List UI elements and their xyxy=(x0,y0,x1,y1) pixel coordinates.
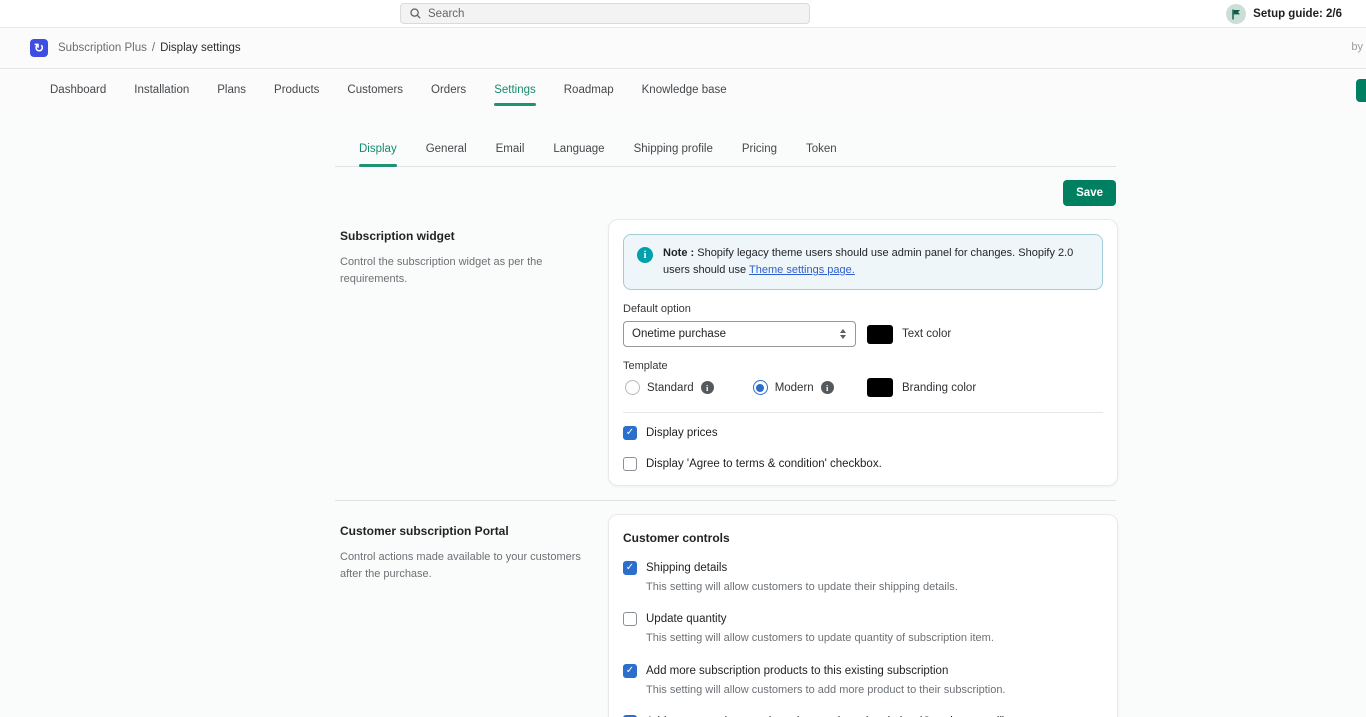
text-color-field: Text color xyxy=(867,324,952,344)
subtab-shipping-profile[interactable]: Shipping profile xyxy=(634,134,713,166)
display-prices-label: Display prices xyxy=(646,427,718,440)
shipping-details-label: Shipping details xyxy=(646,562,728,575)
add-subscription-products-description: This setting will allow customers to add… xyxy=(646,683,1006,696)
update-quantity-control: Update quantity This setting will allow … xyxy=(623,612,1103,646)
shipping-details-checkbox[interactable]: ✓ xyxy=(623,561,637,576)
breadcrumb-app-name[interactable]: Subscription Plus xyxy=(58,42,147,54)
template-option-modern: Modern i xyxy=(752,380,834,396)
update-quantity-checkbox[interactable] xyxy=(623,612,637,627)
card-divider xyxy=(623,412,1103,414)
text-color-swatch[interactable] xyxy=(867,324,893,344)
theme-settings-link[interactable]: Theme settings page. xyxy=(749,264,855,276)
toolbar: Save xyxy=(335,180,1116,206)
tab-customers[interactable]: Customers xyxy=(347,69,403,111)
add-subscription-products-label: Add more subscription products to this e… xyxy=(646,664,949,677)
default-option-value: Onetime purchase xyxy=(632,328,726,341)
widget-section-intro: Subscription widget Control the subscrip… xyxy=(340,219,608,288)
breadcrumb-separator: / xyxy=(151,42,156,54)
note-label: Note : xyxy=(663,247,695,259)
template-radio-group: Standard i Modern i xyxy=(623,380,856,396)
info-icon: i xyxy=(637,247,653,263)
select-stepper-icon xyxy=(839,328,847,340)
subtab-email[interactable]: Email xyxy=(496,134,525,166)
search-input[interactable]: Search xyxy=(400,3,810,24)
customer-portal-section: Customer subscription Portal Control act… xyxy=(340,514,1366,717)
app-header: ↻ Subscription Plus / Display settings b… xyxy=(0,28,1366,69)
display-terms-checkbox[interactable] xyxy=(623,457,637,472)
shipping-details-control: ✓ Shipping details This setting will all… xyxy=(623,561,1103,595)
tab-orders[interactable]: Orders xyxy=(431,69,466,111)
text-color-label: Text color xyxy=(902,328,952,341)
standard-radio[interactable] xyxy=(625,380,640,396)
modern-radio-label: Modern xyxy=(774,381,814,394)
main-nav: Dashboard Installation Plans Products Cu… xyxy=(0,69,1366,111)
breadcrumb: Subscription Plus / Display settings xyxy=(58,42,241,54)
widget-settings-card: i Note : Shopify legacy theme users shou… xyxy=(608,219,1118,487)
subtab-display[interactable]: Display xyxy=(359,134,397,167)
search-icon xyxy=(410,8,421,19)
portal-section-title: Customer subscription Portal xyxy=(340,524,509,539)
standard-info-icon[interactable]: i xyxy=(700,381,714,395)
subtab-general[interactable]: General xyxy=(426,134,467,166)
display-prices-row: ✓ Display prices xyxy=(623,426,1103,441)
display-terms-label: Display 'Agree to terms & condition' che… xyxy=(646,458,882,471)
modern-radio[interactable] xyxy=(752,380,768,396)
update-quantity-label: Update quantity xyxy=(646,613,727,626)
template-label: Template xyxy=(623,360,668,373)
tab-settings[interactable]: Settings xyxy=(494,69,536,111)
section-divider xyxy=(335,500,1116,502)
display-terms-row: Display 'Agree to terms & condition' che… xyxy=(623,457,1103,472)
modern-info-icon[interactable]: i xyxy=(820,381,834,395)
byline-text: by xyxy=(1351,41,1363,53)
default-option-label: Default option xyxy=(623,303,691,316)
top-bar: Search Setup guide: 2/6 xyxy=(0,0,1366,28)
page-title: Display settings xyxy=(160,42,241,54)
search-placeholder: Search xyxy=(428,7,465,20)
tab-roadmap[interactable]: Roadmap xyxy=(564,69,614,111)
info-banner-text: Note : Shopify legacy theme users should… xyxy=(663,245,1089,279)
save-button[interactable]: Save xyxy=(1063,180,1116,206)
tab-plans[interactable]: Plans xyxy=(217,69,246,111)
default-option-select[interactable]: Onetime purchase xyxy=(623,321,856,348)
branding-color-label: Branding color xyxy=(902,381,977,394)
info-banner: i Note : Shopify legacy theme users shou… xyxy=(623,234,1103,291)
branding-color-swatch[interactable] xyxy=(867,378,893,398)
subscription-plus-logo-icon: ↻ xyxy=(30,39,48,57)
offscreen-button-edge[interactable] xyxy=(1356,79,1366,102)
customer-controls-title: Customer controls xyxy=(623,531,730,546)
widget-section-description: Control the subscription widget as per t… xyxy=(340,256,543,286)
display-prices-checkbox[interactable]: ✓ xyxy=(623,426,637,441)
tab-installation[interactable]: Installation xyxy=(134,69,189,111)
standard-radio-label: Standard xyxy=(647,381,694,394)
add-subscription-products-checkbox[interactable]: ✓ xyxy=(623,663,637,678)
subtab-pricing[interactable]: Pricing xyxy=(742,134,777,166)
tab-products[interactable]: Products xyxy=(274,69,319,111)
branding-color-field: Branding color xyxy=(867,378,977,398)
shipping-details-description: This setting will allow customers to upd… xyxy=(646,581,958,594)
subscription-widget-section: Subscription widget Control the subscrip… xyxy=(340,219,1366,487)
tab-knowledge-base[interactable]: Knowledge base xyxy=(642,69,727,111)
flag-icon xyxy=(1226,4,1247,24)
subtab-language[interactable]: Language xyxy=(553,134,604,166)
setup-guide-button[interactable]: Setup guide: 2/6 xyxy=(1226,2,1342,26)
subtab-token[interactable]: Token xyxy=(806,134,837,166)
add-subscription-products-control: ✓ Add more subscription products to this… xyxy=(623,663,1103,698)
widget-section-title: Subscription widget xyxy=(340,229,455,243)
update-quantity-description: This setting will allow customers to upd… xyxy=(646,632,994,645)
tab-dashboard[interactable]: Dashboard xyxy=(50,69,106,111)
settings-subnav: Display General Email Language Shipping … xyxy=(335,134,1116,167)
note-body: Shopify legacy theme users should use ad… xyxy=(663,247,1074,277)
portal-section-intro: Customer subscription Portal Control act… xyxy=(340,514,608,583)
portal-section-description: Control actions made available to your c… xyxy=(340,551,581,581)
template-option-standard: Standard i xyxy=(625,380,714,396)
setup-guide-label: Setup guide: 2/6 xyxy=(1253,8,1342,20)
customer-controls-card: Customer controls ✓ Shipping details Thi… xyxy=(608,514,1118,717)
